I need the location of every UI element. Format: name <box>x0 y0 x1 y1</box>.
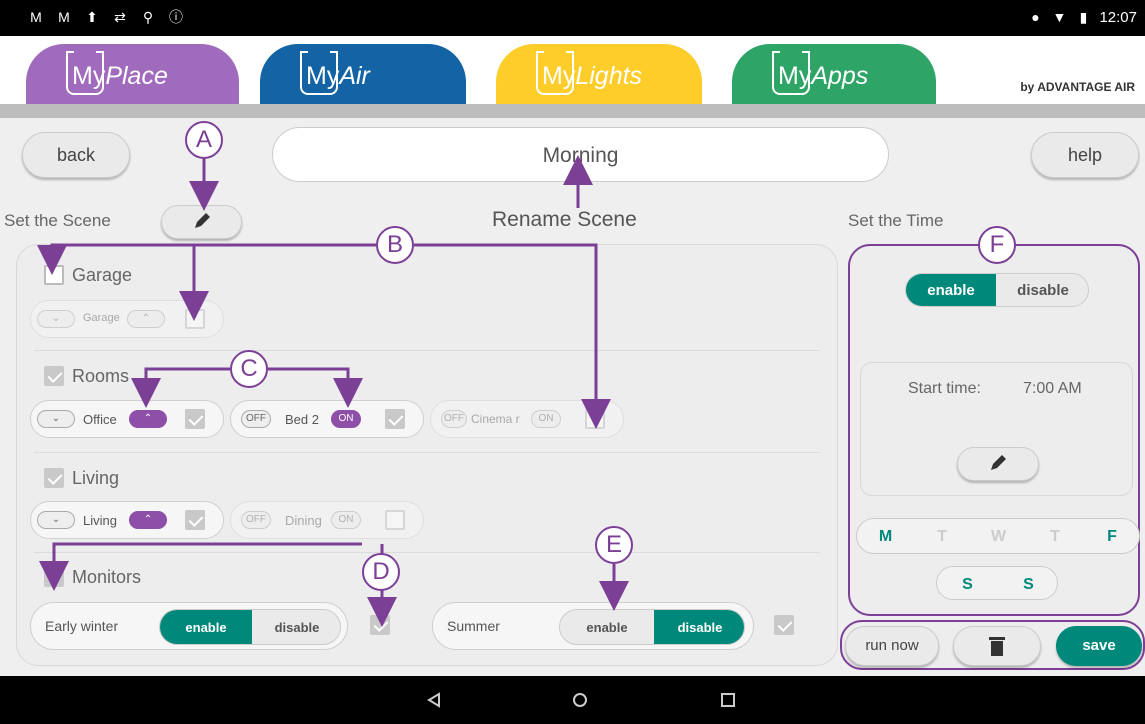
back-nav-icon[interactable] <box>426 692 442 708</box>
nav-bar <box>0 676 1145 724</box>
annotation-f: F <box>978 226 1016 264</box>
annotation-arrows <box>37 155 629 627</box>
home-nav-icon[interactable] <box>572 692 588 708</box>
annotation-a: A <box>185 121 223 159</box>
annotation-b: B <box>376 226 414 264</box>
annotation-e: E <box>595 526 633 564</box>
recents-nav-icon[interactable] <box>720 692 736 708</box>
annotation-d: D <box>362 553 400 591</box>
annotation-c: C <box>230 350 268 388</box>
